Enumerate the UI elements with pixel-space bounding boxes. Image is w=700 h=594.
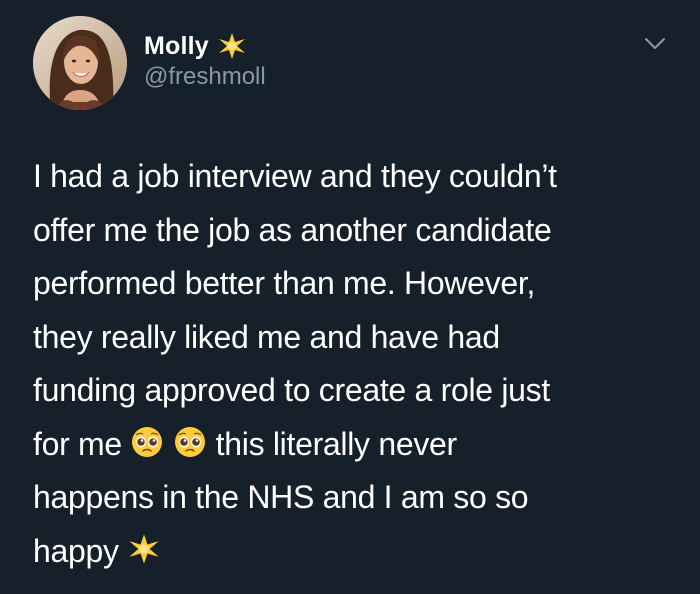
tweet-card: Molly @freshmoll I had a job interview a… — [0, 0, 700, 594]
sparkle-star-icon — [127, 532, 161, 566]
avatar[interactable] — [33, 16, 127, 110]
author-name[interactable]: Molly — [144, 32, 209, 61]
tweet-text: I had a job interview and they couldn’t … — [33, 150, 673, 578]
tweet-line: offer me the job as another candidate — [33, 211, 552, 248]
tweet-line: performed better than me. However, — [33, 265, 536, 301]
tweet-line-with-emoji: for me this literally never — [33, 418, 673, 472]
chevron-down-icon[interactable] — [643, 36, 667, 52]
tweet-line-segment: for me — [33, 425, 122, 462]
tweet-line-segment: happy — [33, 532, 119, 569]
tweet-line: happens in the NHS and I am so so — [33, 479, 529, 515]
tweet-line-segment: this literally never — [215, 425, 458, 462]
author-handle[interactable]: @freshmoll — [144, 63, 266, 91]
tweet-line-with-emoji: happy — [33, 525, 673, 579]
sparkle-star-icon — [217, 31, 247, 61]
tweet-line: they really liked me and have had — [33, 318, 500, 355]
author-block[interactable]: Molly @freshmoll — [144, 30, 266, 91]
tweet-line: funding approved to create a role just — [33, 372, 550, 408]
pleading-face-icon — [173, 425, 207, 459]
pleading-face-icon — [130, 425, 164, 459]
tweet-line: I had a job interview and they couldn’t — [33, 158, 557, 194]
